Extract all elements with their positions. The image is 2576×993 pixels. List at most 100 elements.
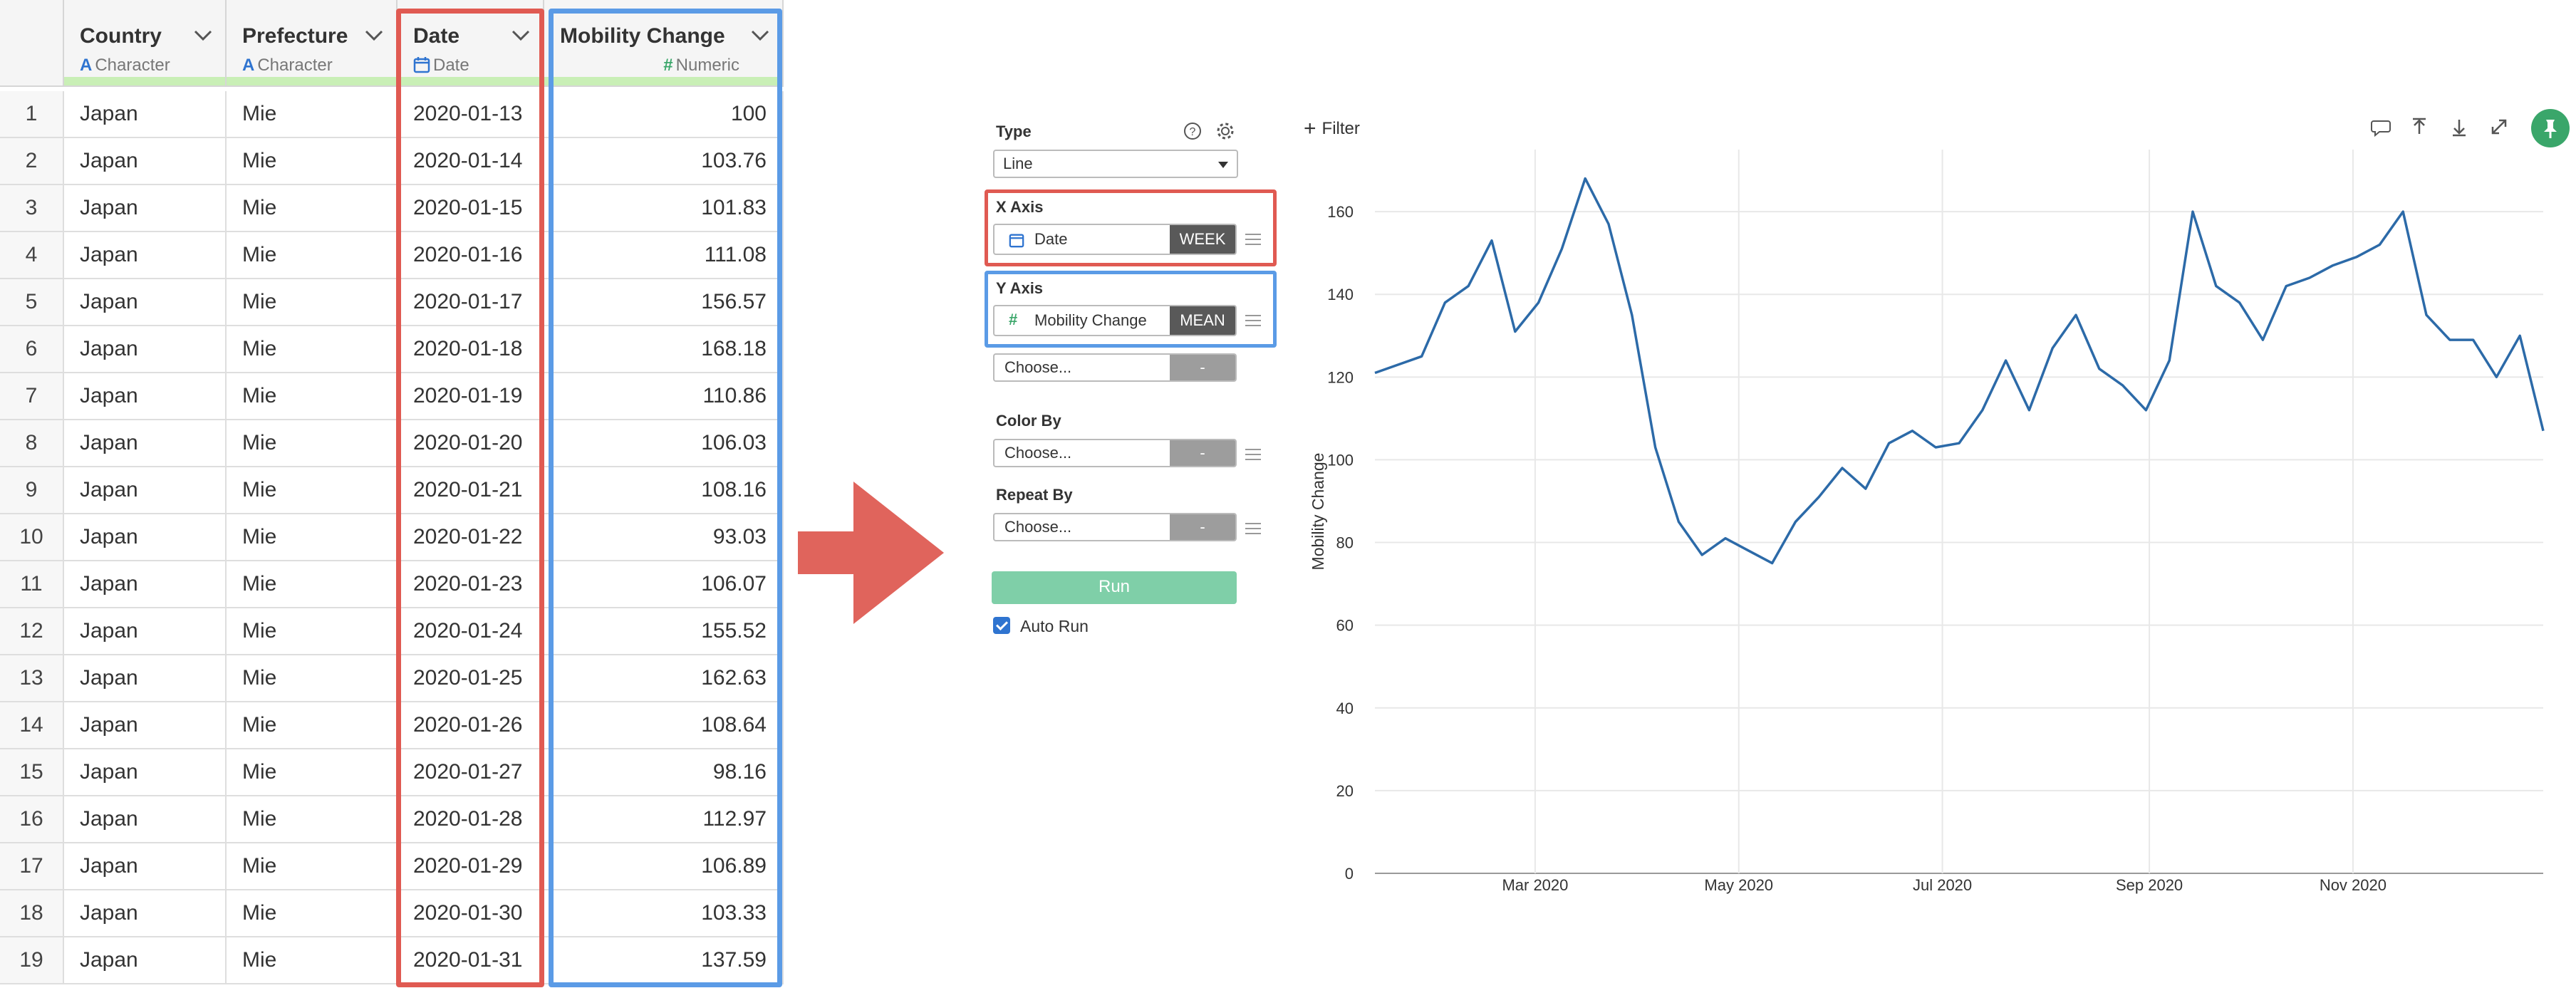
row-index[interactable]: 8 (0, 420, 64, 467)
date-cell[interactable]: 2020-01-19 (398, 373, 544, 420)
date-cell[interactable]: 2020-01-25 (398, 655, 544, 702)
country-cell[interactable]: Japan (64, 138, 227, 185)
country-cell[interactable]: Japan (64, 373, 227, 420)
country-cell[interactable]: Japan (64, 514, 227, 561)
date-cell[interactable]: 2020-01-15 (398, 185, 544, 232)
date-cell[interactable]: 2020-01-31 (398, 937, 544, 984)
prefecture-cell[interactable]: Mie (227, 843, 398, 890)
date-cell[interactable]: 2020-01-22 (398, 514, 544, 561)
prefecture-cell[interactable]: Mie (227, 279, 398, 326)
column-header-mobility-change[interactable]: Mobility Change # Numeric (544, 0, 784, 87)
x-axis-field[interactable]: Date WEEK (993, 224, 1237, 255)
mobility-change-cell[interactable]: 106.07 (544, 561, 784, 608)
mobility-change-cell[interactable]: 155.52 (544, 608, 784, 655)
country-cell[interactable]: Japan (64, 185, 227, 232)
row-index[interactable]: 5 (0, 279, 64, 326)
prefecture-cell[interactable]: Mie (227, 373, 398, 420)
y-axis-add-field[interactable]: Choose... - (993, 353, 1237, 382)
prefecture-cell[interactable]: Mie (227, 514, 398, 561)
row-index[interactable]: 15 (0, 749, 64, 796)
prefecture-cell[interactable]: Mie (227, 232, 398, 279)
chart-type-select[interactable]: Line (993, 150, 1238, 178)
gear-icon[interactable] (1215, 121, 1235, 141)
prefecture-cell[interactable]: Mie (227, 138, 398, 185)
mobility-change-cell[interactable]: 93.03 (544, 514, 784, 561)
mobility-change-cell[interactable]: 100 (544, 91, 784, 138)
row-index[interactable]: 7 (0, 373, 64, 420)
auto-run-checkbox[interactable] (993, 617, 1010, 634)
country-cell[interactable]: Japan (64, 655, 227, 702)
prefecture-cell[interactable]: Mie (227, 185, 398, 232)
mobility-change-cell[interactable]: 162.63 (544, 655, 784, 702)
prefecture-cell[interactable]: Mie (227, 326, 398, 373)
prefecture-cell[interactable]: Mie (227, 420, 398, 467)
prefecture-cell[interactable]: Mie (227, 702, 398, 749)
row-index[interactable]: 6 (0, 326, 64, 373)
row-index[interactable]: 9 (0, 467, 64, 514)
mobility-change-cell[interactable]: 156.57 (544, 279, 784, 326)
country-cell[interactable]: Japan (64, 749, 227, 796)
x-aggregation-button[interactable]: WEEK (1170, 225, 1235, 254)
prefecture-cell[interactable]: Mie (227, 749, 398, 796)
row-index[interactable]: 19 (0, 937, 64, 984)
prefecture-cell[interactable]: Mie (227, 608, 398, 655)
country-cell[interactable]: Japan (64, 608, 227, 655)
country-cell[interactable]: Japan (64, 796, 227, 843)
date-cell[interactable]: 2020-01-21 (398, 467, 544, 514)
chevron-down-icon[interactable] (191, 24, 215, 46)
column-header-date[interactable]: Date Date (398, 0, 544, 87)
mobility-change-cell[interactable]: 137.59 (544, 937, 784, 984)
drag-handle-icon[interactable] (1245, 315, 1261, 330)
mobility-change-cell[interactable]: 103.33 (544, 890, 784, 937)
column-header-country[interactable]: Country A Character (64, 0, 227, 87)
row-index[interactable]: 1 (0, 91, 64, 138)
date-cell[interactable]: 2020-01-23 (398, 561, 544, 608)
mobility-change-cell[interactable]: 108.64 (544, 702, 784, 749)
row-index[interactable]: 11 (0, 561, 64, 608)
mobility-change-cell[interactable]: 106.89 (544, 843, 784, 890)
mobility-change-cell[interactable]: 108.16 (544, 467, 784, 514)
chevron-down-icon[interactable] (362, 24, 386, 46)
row-index[interactable]: 3 (0, 185, 64, 232)
prefecture-cell[interactable]: Mie (227, 890, 398, 937)
country-cell[interactable]: Japan (64, 279, 227, 326)
mobility-change-cell[interactable]: 168.18 (544, 326, 784, 373)
date-cell[interactable]: 2020-01-17 (398, 279, 544, 326)
date-cell[interactable]: 2020-01-27 (398, 749, 544, 796)
mobility-change-cell[interactable]: 111.08 (544, 232, 784, 279)
date-cell[interactable]: 2020-01-13 (398, 91, 544, 138)
date-cell[interactable]: 2020-01-24 (398, 608, 544, 655)
mobility-change-cell[interactable]: 110.86 (544, 373, 784, 420)
country-cell[interactable]: Japan (64, 702, 227, 749)
y-aggregation-button[interactable]: MEAN (1170, 306, 1235, 335)
date-cell[interactable]: 2020-01-20 (398, 420, 544, 467)
country-cell[interactable]: Japan (64, 937, 227, 984)
mobility-change-cell[interactable]: 98.16 (544, 749, 784, 796)
row-index[interactable]: 4 (0, 232, 64, 279)
color-by-field[interactable]: Choose... - (993, 439, 1237, 467)
prefecture-cell[interactable]: Mie (227, 91, 398, 138)
row-index[interactable]: 14 (0, 702, 64, 749)
row-index[interactable]: 12 (0, 608, 64, 655)
prefecture-cell[interactable]: Mie (227, 655, 398, 702)
country-cell[interactable]: Japan (64, 890, 227, 937)
date-cell[interactable]: 2020-01-16 (398, 232, 544, 279)
country-cell[interactable]: Japan (64, 843, 227, 890)
date-cell[interactable]: 2020-01-29 (398, 843, 544, 890)
prefecture-cell[interactable]: Mie (227, 467, 398, 514)
column-header-prefecture[interactable]: Prefecture A Character (227, 0, 398, 87)
mobility-change-cell[interactable]: 112.97 (544, 796, 784, 843)
run-button[interactable]: Run (992, 571, 1237, 604)
chevron-down-icon[interactable] (509, 24, 533, 46)
date-cell[interactable]: 2020-01-18 (398, 326, 544, 373)
country-cell[interactable]: Japan (64, 232, 227, 279)
date-cell[interactable]: 2020-01-14 (398, 138, 544, 185)
country-cell[interactable]: Japan (64, 326, 227, 373)
country-cell[interactable]: Japan (64, 420, 227, 467)
mobility-change-cell[interactable]: 103.76 (544, 138, 784, 185)
prefecture-cell[interactable]: Mie (227, 561, 398, 608)
row-index[interactable]: 10 (0, 514, 64, 561)
repeat-by-field[interactable]: Choose... - (993, 513, 1237, 541)
country-cell[interactable]: Japan (64, 467, 227, 514)
date-cell[interactable]: 2020-01-26 (398, 702, 544, 749)
